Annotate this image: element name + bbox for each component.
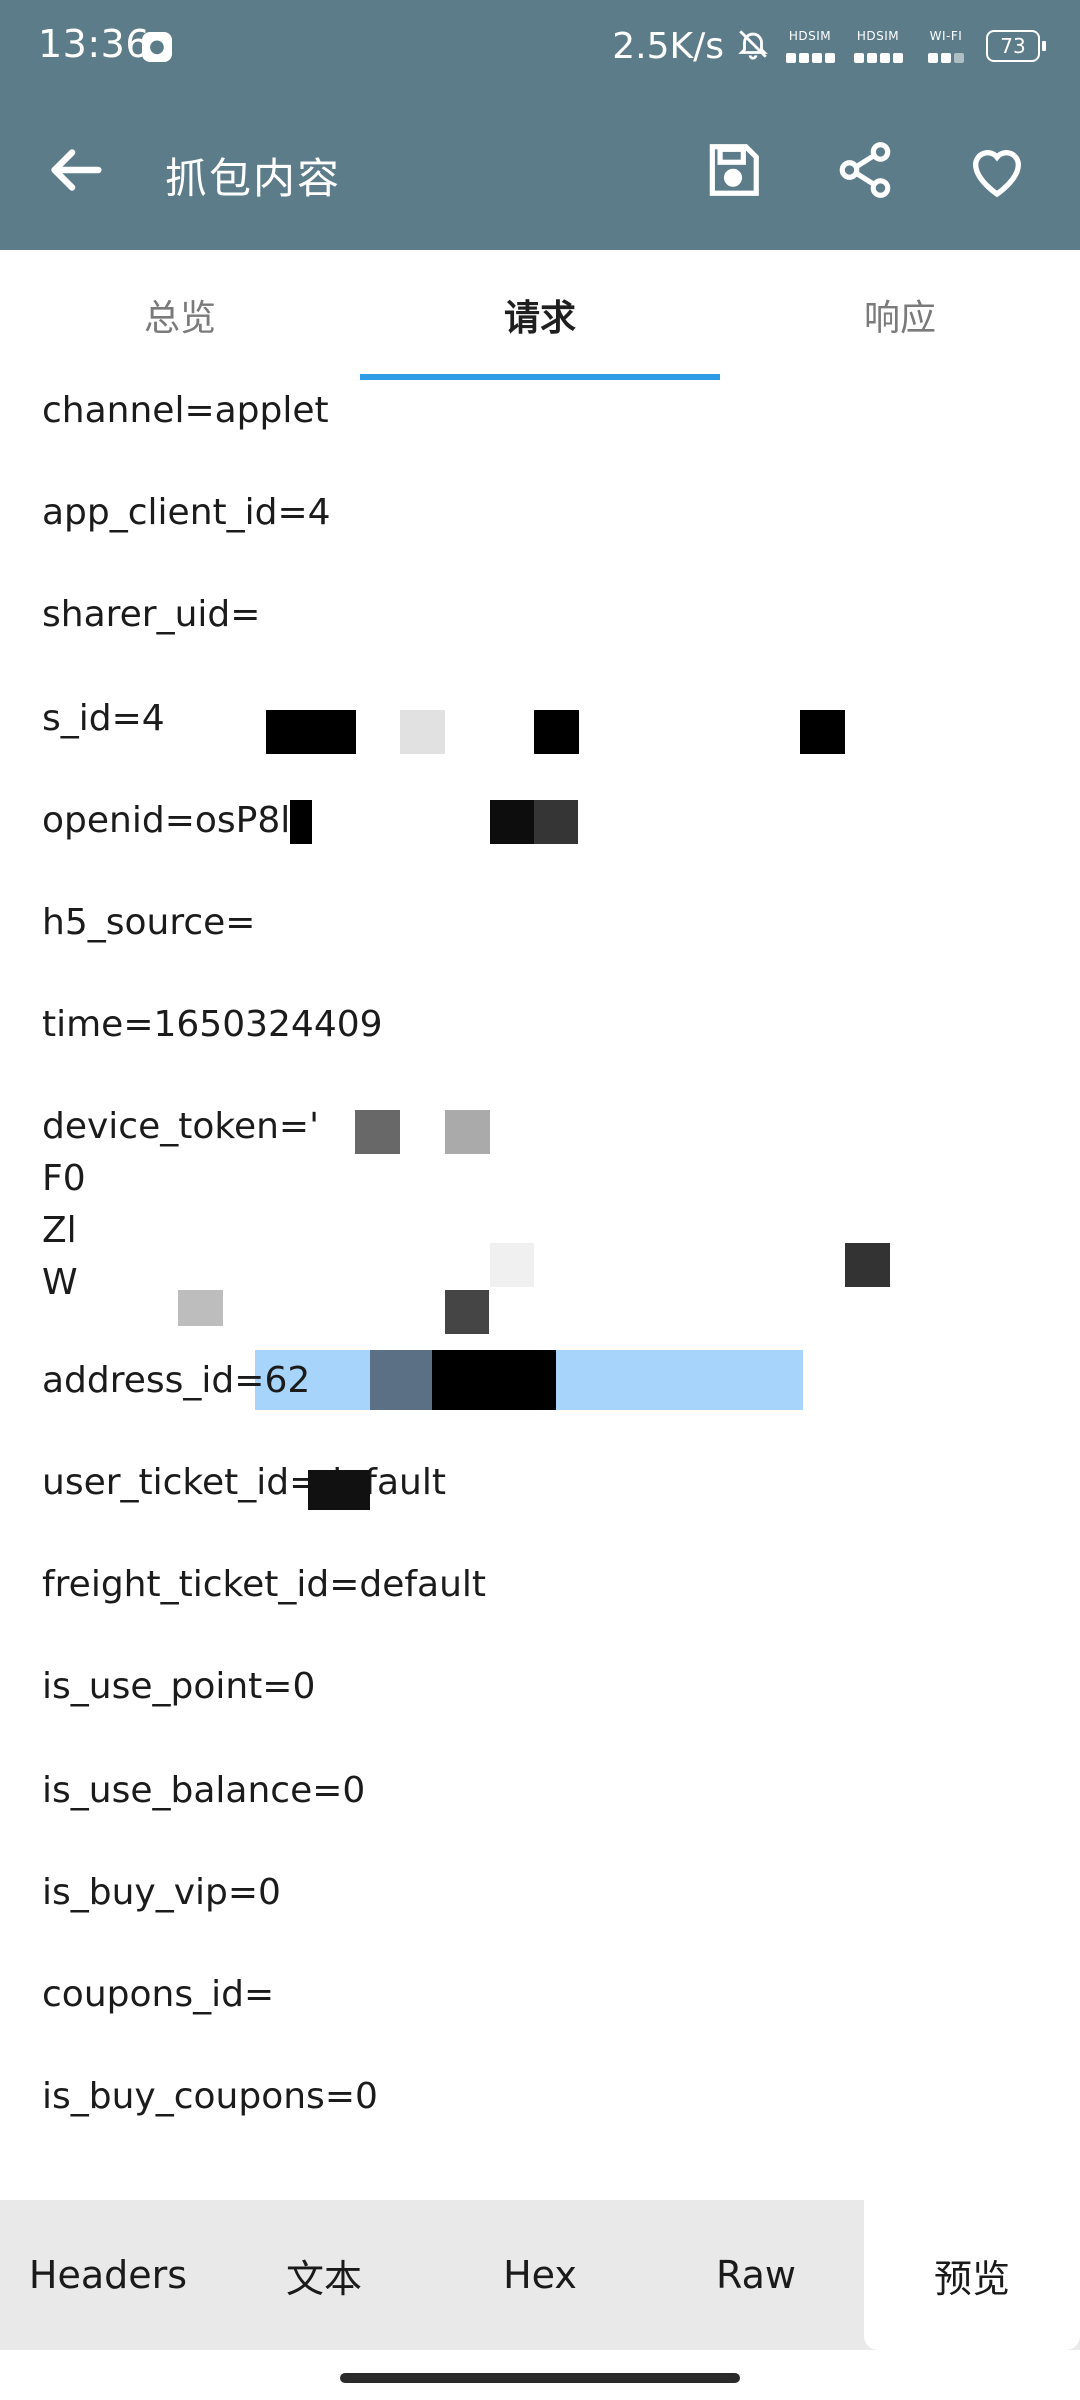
redaction-block <box>178 1290 223 1326</box>
param-line: W <box>42 1262 78 1303</box>
share-icon[interactable] <box>830 135 900 205</box>
status-time: 13:36 <box>38 22 151 66</box>
param-line: channel=applet <box>42 390 329 431</box>
tab-overview[interactable]: 总览 <box>0 250 360 380</box>
param-line: user_ticket_id=default <box>42 1462 446 1503</box>
bottom-tab-hex[interactable]: Hex <box>432 2200 648 2350</box>
tab-request[interactable]: 请求 <box>360 250 720 380</box>
wifi-icon: WI-FI <box>918 29 974 63</box>
tab-request-label: 请求 <box>503 298 576 339</box>
redaction-block <box>400 710 445 754</box>
redaction-block <box>370 1350 432 1410</box>
bottom-tab-preview[interactable]: 预览 <box>864 2200 1080 2350</box>
param-line: is_use_point=0 <box>42 1666 316 1707</box>
toolbar: 抓包内容 <box>0 100 1080 250</box>
notification-icon: ● <box>142 32 172 62</box>
param-line: is_buy_vip=0 <box>42 1872 281 1913</box>
bottom-tab-text[interactable]: 文本 <box>216 2200 432 2350</box>
bottom-tab-bar: Headers 文本 Hex Raw 预览 <box>0 2200 1080 2350</box>
redaction-block <box>490 800 534 844</box>
param-line: sharer_uid= <box>42 594 261 635</box>
battery-icon: 73 <box>986 30 1046 62</box>
redaction-block <box>534 800 578 844</box>
param-line: address_id=62 <box>42 1360 311 1401</box>
tab-response[interactable]: 响应 <box>720 250 1080 380</box>
param-line: device_token=' <box>42 1106 319 1147</box>
param-line: is_use_balance=0 <box>42 1770 366 1811</box>
redaction-block <box>845 1243 890 1287</box>
param-line: Zl <box>42 1210 77 1251</box>
sim1-signal-icon: HDSIM <box>782 29 838 63</box>
param-line: app_client_id=4 <box>42 492 331 533</box>
status-bar: 13:36 ● 2.5K/s HDSIM HDSIM WI-FI 73 <box>0 0 1080 100</box>
redaction-block <box>266 710 356 754</box>
param-line: openid=osP8l <box>42 800 291 841</box>
param-line: h5_source= <box>42 902 256 943</box>
favorite-heart-icon[interactable] <box>962 135 1032 205</box>
redaction-block <box>534 710 579 754</box>
redaction-block <box>432 1350 556 1410</box>
network-speed: 2.5K/s <box>612 25 724 67</box>
redaction-block <box>308 1470 370 1510</box>
redaction-block <box>445 1110 490 1154</box>
param-line: s_id=4 <box>42 698 165 739</box>
redaction-block <box>445 1290 489 1334</box>
app-header: 13:36 ● 2.5K/s HDSIM HDSIM WI-FI 73 抓包内容 <box>0 0 1080 250</box>
param-line: is_buy_coupons=0 <box>42 2076 378 2117</box>
save-icon[interactable] <box>698 135 768 205</box>
redaction-block <box>490 1243 534 1287</box>
mute-bell-icon <box>736 27 770 65</box>
status-right: 2.5K/s HDSIM HDSIM WI-FI 73 <box>612 22 1046 70</box>
tab-bar: 总览 请求 响应 <box>0 250 1080 380</box>
param-line: F0 <box>42 1158 86 1199</box>
param-line: time=1650324409 <box>42 1004 383 1045</box>
bottom-tab-headers[interactable]: Headers <box>0 2200 216 2350</box>
request-body[interactable]: channel=applet app_client_id=4 sharer_ui… <box>0 380 1080 2200</box>
redaction-block <box>290 800 312 844</box>
page-title: 抓包内容 <box>165 154 342 203</box>
param-line: coupons_id= <box>42 1974 275 2015</box>
back-arrow-icon[interactable] <box>40 135 110 205</box>
sim2-signal-icon: HDSIM <box>850 29 906 63</box>
redaction-block <box>800 710 845 754</box>
gesture-handle[interactable] <box>340 2373 740 2383</box>
param-line: freight_ticket_id=default <box>42 1564 487 1605</box>
redaction-block <box>355 1110 400 1154</box>
bottom-tab-raw[interactable]: Raw <box>648 2200 864 2350</box>
